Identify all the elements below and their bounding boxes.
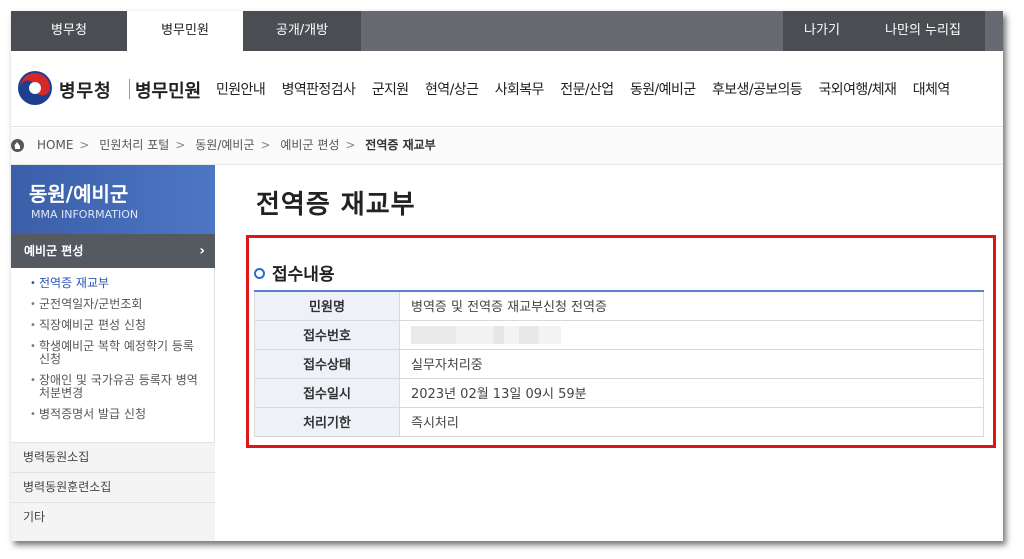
page-title: 전역증 재교부 xyxy=(256,190,416,220)
home-icon[interactable] xyxy=(11,139,24,152)
redacted-block xyxy=(411,325,561,344)
gnb-item[interactable]: 군지원 xyxy=(372,82,409,98)
sidebar-item-discharge-date-lookup[interactable]: 군전역일자/군번조회 xyxy=(11,298,215,312)
breadcrumb-separator: > xyxy=(260,138,271,152)
top-tab-bar: 병무청 병무민원 공개/개방 나가기 나만의 누리집 xyxy=(11,11,1003,51)
table-row: 민원명 병역증 및 전역증 재교부신청 전역증 xyxy=(254,291,984,321)
row-label: 접수상태 xyxy=(254,349,400,379)
gnb-item[interactable]: 후보생/공보의등 xyxy=(712,82,803,98)
mma-logo-icon[interactable] xyxy=(17,70,53,106)
breadcrumb-separator: > xyxy=(175,138,186,152)
sidebar-submenu: 전역증 재교부 군전역일자/군번조회 직장예비군 편성 신청 학생예비군 복학 … xyxy=(11,277,215,429)
logo-main-text[interactable]: 병무청 xyxy=(59,77,112,103)
circle-bullet-icon xyxy=(254,268,265,279)
sidebar-item-military-certificate[interactable]: 병적증명서 발급 신청 xyxy=(11,408,215,422)
gnb-item[interactable]: 국외여행/체재 xyxy=(819,82,897,98)
gnb-item[interactable]: 대체역 xyxy=(913,82,950,98)
sidebar-category-label: 예비군 편성 xyxy=(24,244,84,258)
gnb-item[interactable]: 사회복무 xyxy=(495,82,545,98)
breadcrumb-item[interactable]: 동원/예비군 xyxy=(195,138,254,152)
section-title: 접수내용 xyxy=(254,260,335,285)
row-label: 민원명 xyxy=(254,291,400,321)
sidebar-item-mobilization-training[interactable]: 병력동원훈련소집 xyxy=(11,472,215,502)
sidebar-title: 동원/예비군 xyxy=(29,182,129,206)
breadcrumb-home[interactable]: HOME xyxy=(37,138,73,152)
sidebar-item-etc[interactable]: 기타 xyxy=(11,502,215,541)
gnb-item[interactable]: 현역/상근 xyxy=(425,82,479,98)
breadcrumb: HOME > 민원처리 포털 > 동원/예비군 > 예비군 편성 > 전역증 재교부 xyxy=(11,128,1003,165)
row-value: 실무자처리중 xyxy=(399,349,984,379)
row-value-masked xyxy=(399,320,984,350)
row-value: 즉시처리 xyxy=(399,407,984,437)
breadcrumb-current: 전역증 재교부 xyxy=(365,138,436,152)
exit-button[interactable]: 나가기 xyxy=(783,11,861,51)
table-row: 접수상태 실무자처리중 xyxy=(254,349,984,379)
site-header: 병무청 병무민원 민원안내 병역판정검사 군지원 현역/상근 사회복무 전문/산… xyxy=(11,51,1003,127)
table-row: 접수번호 xyxy=(254,320,984,350)
gnb-item[interactable]: 동원/예비군 xyxy=(630,82,696,98)
gnb-item[interactable]: 민원안내 xyxy=(216,82,266,98)
chevron-right-icon: › xyxy=(199,243,205,259)
gnb-item[interactable]: 병역판정검사 xyxy=(282,82,356,98)
table-row: 접수일시 2023년 02월 13일 09시 59분 xyxy=(254,378,984,408)
my-page-button[interactable]: 나만의 누리집 xyxy=(861,11,985,51)
row-value: 2023년 02월 13일 09시 59분 xyxy=(399,378,984,408)
global-nav: 민원안내 병역판정검사 군지원 현역/상근 사회복무 전문/산업 동원/예비군 … xyxy=(216,79,962,99)
row-value: 병역증 및 전역증 재교부신청 전역증 xyxy=(399,291,984,321)
row-label: 접수번호 xyxy=(254,320,400,350)
sidebar-item-workplace-reserve[interactable]: 직장예비군 편성 신청 xyxy=(11,319,215,333)
gnb-item[interactable]: 전문/산업 xyxy=(560,82,614,98)
sidebar-subtitle: MMA INFORMATION xyxy=(31,208,139,221)
tab-open[interactable]: 공개/개방 xyxy=(243,11,361,51)
sidebar-header: 동원/예비군 MMA INFORMATION xyxy=(11,165,215,234)
section-title-text: 접수내용 xyxy=(272,265,335,285)
tab-mma[interactable]: 병무청 xyxy=(11,11,127,51)
sidebar-item-mobilization[interactable]: 병력동원소집 xyxy=(11,442,215,472)
sidebar-item-discharge-card-reissue[interactable]: 전역증 재교부 xyxy=(11,277,215,291)
breadcrumb-separator: > xyxy=(345,138,356,152)
tab-civil-service[interactable]: 병무민원 xyxy=(127,11,243,51)
breadcrumb-separator: > xyxy=(79,138,90,152)
table-row: 처리기한 즉시처리 xyxy=(254,407,984,437)
breadcrumb-item[interactable]: 민원처리 포털 xyxy=(99,138,169,152)
browser-window: 병무청 병무민원 공개/개방 나가기 나만의 누리집 병무청 병무민원 민원안내… xyxy=(11,11,1003,541)
row-label: 처리기한 xyxy=(254,407,400,437)
sidebar: 동원/예비군 MMA INFORMATION 예비군 편성 › 전역증 재교부 … xyxy=(11,165,215,541)
logo-divider xyxy=(129,79,130,99)
receipt-info-table: 민원명 병역증 및 전역증 재교부신청 전역증 접수번호 접수상태 실무자처리중… xyxy=(254,290,984,437)
breadcrumb-item[interactable]: 예비군 편성 xyxy=(280,138,339,152)
sidebar-category-reserve[interactable]: 예비군 편성 › xyxy=(11,234,215,268)
sidebar-item-student-reserve[interactable]: 학생예비군 복학 예정학기 등록 신청 xyxy=(11,340,215,366)
sidebar-item-disability-change[interactable]: 장애인 및 국가유공 등록자 병역처분변경 xyxy=(11,374,215,400)
logo-sub-text[interactable]: 병무민원 xyxy=(135,77,201,103)
row-label: 접수일시 xyxy=(254,378,400,408)
